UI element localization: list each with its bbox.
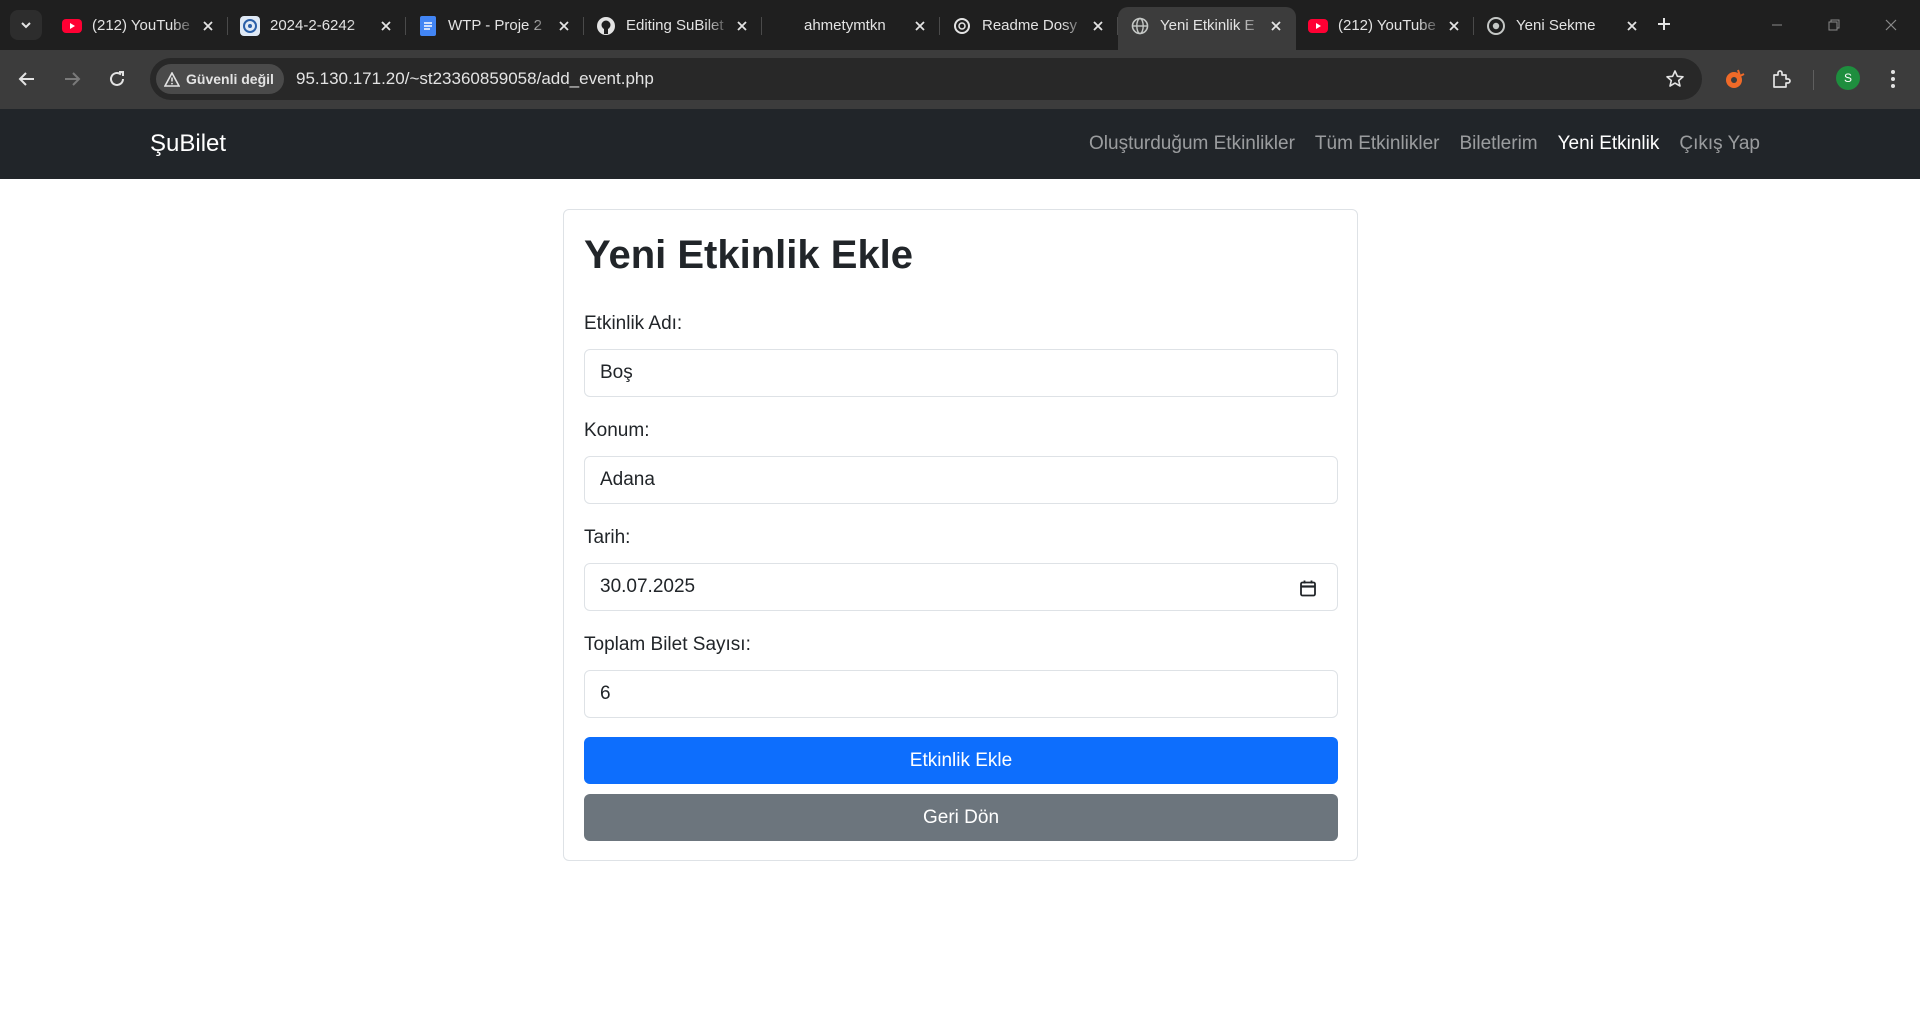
tab-title: WTP - Proje 2 xyxy=(448,17,542,34)
new-tab-button[interactable] xyxy=(1652,12,1676,36)
close-icon[interactable] xyxy=(732,16,752,36)
window-close-button[interactable] xyxy=(1876,12,1906,38)
browser-tab[interactable]: Yeni Sekme xyxy=(1474,7,1652,44)
kebab-menu-icon xyxy=(1891,70,1895,88)
tab-title: Readme Dosy xyxy=(982,17,1078,34)
reload-icon xyxy=(110,71,124,86)
add-event-button[interactable]: Etkinlik Ekle xyxy=(584,737,1338,784)
nav-link-new-event[interactable]: Yeni Etkinlik xyxy=(1558,133,1660,155)
star-icon xyxy=(1666,70,1684,87)
event-name-input[interactable]: Boş xyxy=(584,349,1338,397)
profile-avatar[interactable]: S xyxy=(1836,66,1860,90)
chrome-icon xyxy=(1486,16,1506,36)
docs-icon xyxy=(418,15,438,36)
tab-title: ahmetymtkn xyxy=(804,17,886,34)
date-value: 30.07.2025 xyxy=(600,576,696,597)
close-icon[interactable] xyxy=(910,16,930,36)
close-icon xyxy=(1885,19,1897,31)
page-title: Yeni Etkinlik Ekle xyxy=(584,233,914,277)
calendar-icon[interactable] xyxy=(1297,577,1319,599)
back-button[interactable] xyxy=(12,64,42,94)
ticket-count-value: 6 xyxy=(600,683,611,704)
youtube-icon xyxy=(1308,16,1328,36)
nav-link-created-events[interactable]: Oluşturduğum Etkinlikler xyxy=(1089,133,1295,155)
browser-tab[interactable]: WTP - Proje 2 xyxy=(406,7,584,44)
reload-button[interactable] xyxy=(102,64,132,94)
add-event-card: Yeni Etkinlik Ekle Etkinlik Adı: Boş Kon… xyxy=(563,209,1358,861)
close-icon[interactable] xyxy=(1266,16,1286,36)
close-icon[interactable] xyxy=(554,16,574,36)
browser-tab-active[interactable]: Yeni Etkinlik E xyxy=(1118,7,1296,50)
security-label: Güvenli değil xyxy=(186,71,274,87)
tab-title: 2024-2-6242 xyxy=(270,17,356,34)
extension-logo-icon xyxy=(1726,69,1745,88)
location-label: Konum: xyxy=(584,420,650,441)
security-chip[interactable]: Güvenli değil xyxy=(156,64,284,94)
browser-tab[interactable]: 2024-2-6242 xyxy=(228,7,406,44)
university-icon xyxy=(240,15,260,36)
tab-title: Yeni Sekme xyxy=(1516,17,1596,34)
brand-logo[interactable]: ŞuBilet xyxy=(150,130,226,158)
browser-tab[interactable]: ahmetymtkn xyxy=(762,7,940,44)
tab-title: Yeni Etkinlik E xyxy=(1160,17,1255,34)
close-icon[interactable] xyxy=(376,16,396,36)
nav-link-logout[interactable]: Çıkış Yap xyxy=(1679,133,1760,155)
ticket-count-input[interactable]: 6 xyxy=(584,670,1338,718)
youtube-icon xyxy=(62,16,82,36)
browser-tab[interactable]: Editing SuBilet xyxy=(584,7,762,44)
tab-title: (212) YouTube xyxy=(1338,17,1436,34)
warning-icon xyxy=(164,71,180,87)
toolbar-divider xyxy=(1813,70,1814,90)
ticket-count-label: Toplam Bilet Sayısı: xyxy=(584,634,751,655)
event-name-label: Etkinlik Adı: xyxy=(584,313,683,334)
tab-list: (212) YouTube 2024-2-6242 WTP - Proje 2 … xyxy=(50,7,1652,50)
address-bar[interactable]: Güvenli değil 95.130.171.20/~st233608590… xyxy=(150,58,1702,100)
forward-button[interactable] xyxy=(57,64,87,94)
tab-title: Editing SuBilet xyxy=(626,17,724,34)
browser-tab[interactable]: Readme Dosy xyxy=(940,7,1118,44)
browser-tab[interactable]: (212) YouTube xyxy=(50,7,228,44)
site-navbar: ŞuBilet Oluşturduğum Etkinlikler Tüm Etk… xyxy=(0,109,1920,179)
date-label: Tarih: xyxy=(584,527,631,548)
bookmark-button[interactable] xyxy=(1664,68,1686,90)
puzzle-icon xyxy=(1773,70,1791,88)
browser-toolbar: Güvenli değil 95.130.171.20/~st233608590… xyxy=(0,50,1920,109)
close-icon[interactable] xyxy=(198,16,218,36)
close-icon[interactable] xyxy=(1622,16,1642,36)
browser-menu-button[interactable] xyxy=(1880,66,1906,92)
globe-icon xyxy=(1130,16,1150,36)
restore-icon xyxy=(1828,19,1840,31)
tab-search-button[interactable] xyxy=(10,10,42,40)
close-icon[interactable] xyxy=(1444,16,1464,36)
minimize-button[interactable] xyxy=(1762,12,1792,38)
minimize-icon xyxy=(1772,24,1782,26)
extensions-menu-button[interactable] xyxy=(1768,66,1794,92)
restore-button[interactable] xyxy=(1819,12,1849,38)
close-icon[interactable] xyxy=(1088,16,1108,36)
location-input[interactable]: Adana xyxy=(584,456,1338,504)
arrow-left-icon xyxy=(18,72,34,86)
plus-icon xyxy=(1658,18,1670,30)
chevron-down-icon xyxy=(21,22,31,29)
tab-title: (212) YouTube xyxy=(92,17,190,34)
nav-link-my-tickets[interactable]: Biletlerim xyxy=(1460,133,1538,155)
date-input[interactable]: 30.07.2025 xyxy=(584,563,1338,611)
browser-tab[interactable]: (212) YouTube xyxy=(1296,7,1474,44)
blank-page-icon xyxy=(774,16,794,36)
extension-button[interactable] xyxy=(1722,66,1748,92)
nav-link-all-events[interactable]: Tüm Etkinlikler xyxy=(1315,133,1440,155)
location-value: Adana xyxy=(600,469,655,490)
back-button[interactable]: Geri Dön xyxy=(584,794,1338,841)
openai-icon xyxy=(952,16,972,36)
url-text: 95.130.171.20/~st23360859058/add_event.p… xyxy=(296,69,654,88)
arrow-right-icon xyxy=(65,72,81,86)
event-name-value: Boş xyxy=(600,362,633,383)
nav-links: Oluşturduğum Etkinlikler Tüm Etkinlikler… xyxy=(1069,109,1760,179)
tab-strip: (212) YouTube 2024-2-6242 WTP - Proje 2 … xyxy=(0,0,1920,50)
github-icon xyxy=(596,16,616,36)
